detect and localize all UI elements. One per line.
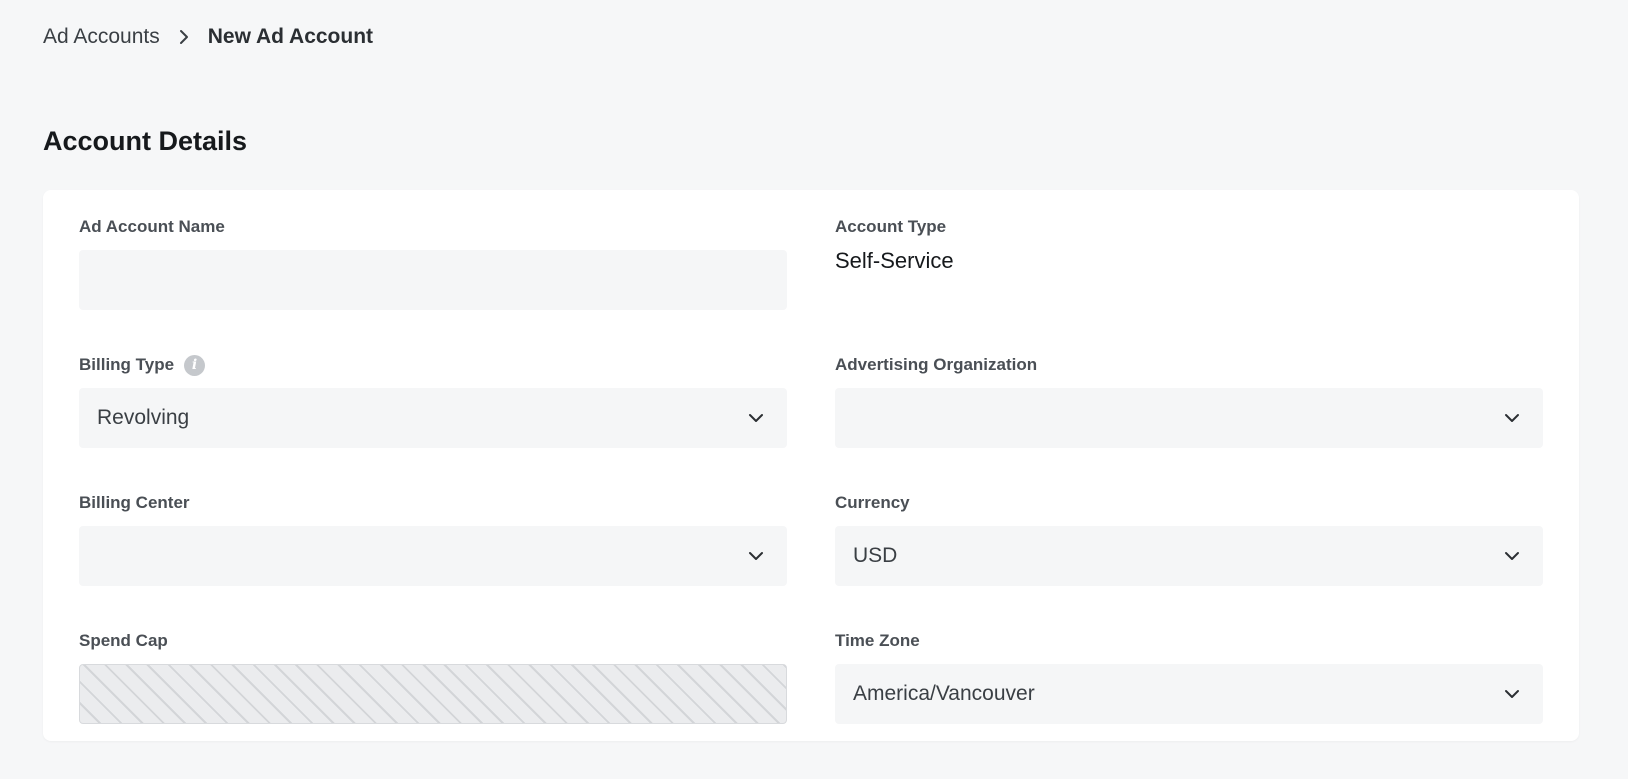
advertising-organization-select[interactable]: [835, 388, 1543, 448]
billing-type-label: Billing Type: [79, 355, 175, 374]
billing-type-field: Billing Type i Revolving: [79, 354, 787, 448]
section-title: Account Details: [43, 126, 248, 156]
chevron-down-icon: [1501, 545, 1523, 567]
ad-account-name-field: Ad Account Name: [79, 216, 787, 310]
billing-type-value: Revolving: [97, 406, 190, 429]
account-type-field: Account Type Self-Service: [835, 216, 1543, 274]
currency-label: Currency: [835, 493, 910, 512]
billing-type-label-row: Billing Type i: [79, 354, 787, 376]
spend-cap-input-disabled: [79, 664, 787, 724]
chevron-down-icon: [745, 407, 767, 429]
breadcrumb-current-page: New Ad Account: [207, 25, 374, 48]
billing-center-field: Billing Center: [79, 492, 787, 586]
breadcrumb-ad-accounts-link[interactable]: Ad Accounts: [43, 25, 160, 49]
time-zone-field: Time Zone America/Vancouver: [835, 630, 1543, 724]
account-type-value: Self-Service: [835, 248, 954, 273]
advertising-organization-field: Advertising Organization: [835, 354, 1543, 448]
info-icon[interactable]: i: [184, 354, 206, 376]
chevron-down-icon: [1501, 407, 1523, 429]
account-type-label: Account Type: [835, 217, 947, 236]
ad-account-name-label: Ad Account Name: [79, 217, 225, 236]
time-zone-select[interactable]: America/Vancouver: [835, 664, 1543, 724]
billing-type-select[interactable]: Revolving: [79, 388, 787, 448]
chevron-right-icon: [160, 28, 208, 46]
billing-center-select[interactable]: [79, 526, 787, 586]
breadcrumb: Ad Accounts New Ad Account: [43, 22, 373, 52]
advertising-organization-label: Advertising Organization: [835, 355, 1038, 374]
currency-field: Currency USD: [835, 492, 1543, 586]
spend-cap-field: Spend Cap: [79, 630, 787, 724]
billing-center-label: Billing Center: [79, 493, 190, 512]
chevron-down-icon: [1501, 683, 1523, 705]
currency-select[interactable]: USD: [835, 526, 1543, 586]
time-zone-value: America/Vancouver: [853, 682, 1035, 705]
account-details-card: Ad Account Name Account Type Self-Servic…: [43, 190, 1579, 741]
currency-value: USD: [853, 544, 898, 567]
chevron-down-icon: [745, 545, 767, 567]
ad-account-name-input[interactable]: [79, 250, 787, 310]
spend-cap-label: Spend Cap: [79, 631, 168, 650]
time-zone-label: Time Zone: [835, 631, 920, 650]
